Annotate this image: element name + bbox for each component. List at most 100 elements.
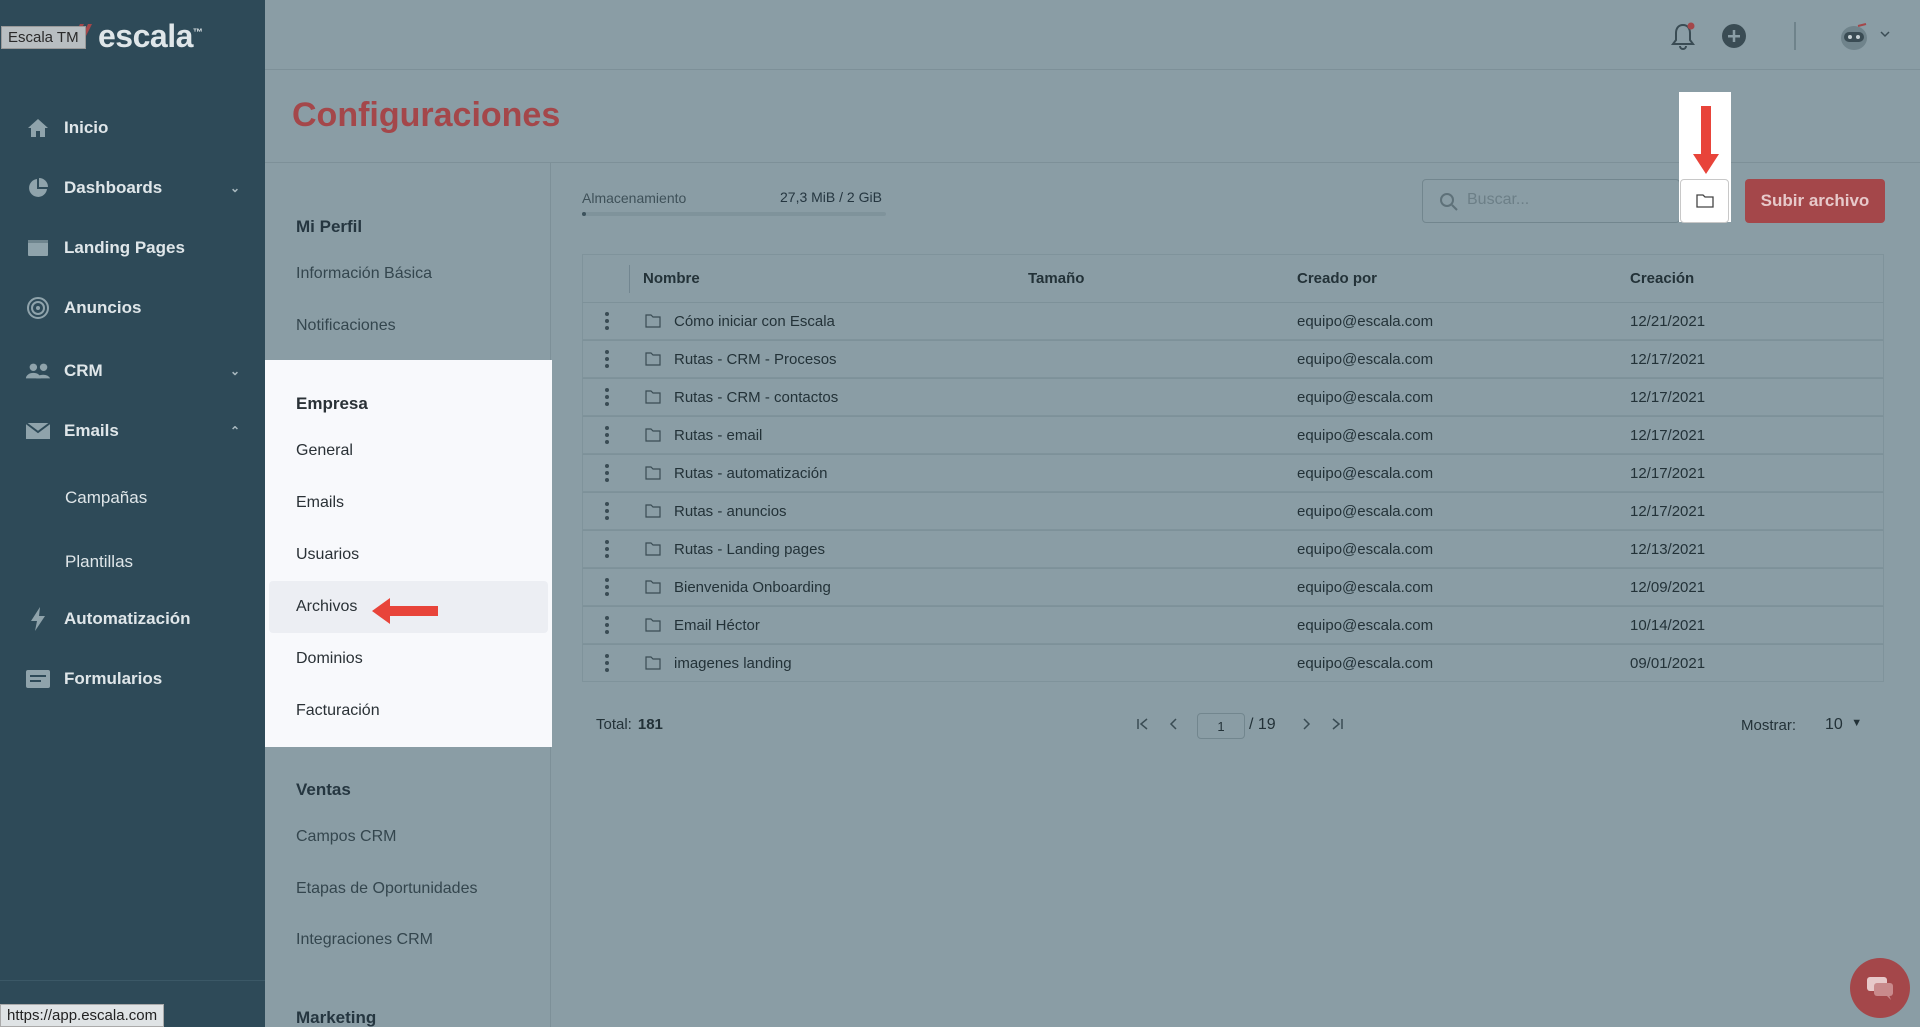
browser-window-icon	[25, 237, 51, 259]
sidebar-item-crm[interactable]: CRM ⌄	[0, 347, 265, 395]
brand-logo[interactable]: escala™	[98, 18, 203, 55]
table-row[interactable]: Rutas - anuncios equipo@escala.com 12/17/2…	[582, 492, 1884, 530]
row-menu-icon[interactable]	[605, 426, 609, 447]
chevron-down-icon[interactable]	[1880, 30, 1890, 38]
sidebar-item-label: Landing Pages	[64, 238, 185, 257]
sidebar-subitem-campanas[interactable]: Campañas	[65, 488, 147, 508]
cell-name[interactable]: imagenes landing	[674, 655, 792, 672]
column-header-creacion[interactable]: Creación	[1630, 270, 1694, 287]
cell-name[interactable]: Rutas - CRM - Procesos	[674, 351, 837, 368]
sidebar-item-label: CRM	[64, 361, 103, 380]
sidebar-item-emails[interactable]: Emails ⌃	[0, 407, 265, 455]
cell-creator: equipo@escala.com	[1297, 655, 1434, 672]
column-header-nombre[interactable]: Nombre	[643, 270, 700, 287]
cell-name[interactable]: Rutas - CRM - contactos	[674, 389, 838, 406]
page-number-input[interactable]	[1197, 713, 1245, 739]
table-row[interactable]: Rutas - Landing pages equipo@escala.com 12…	[582, 530, 1884, 568]
new-folder-button[interactable]	[1680, 179, 1729, 223]
sidebar-subitem-plantillas[interactable]: Plantillas	[65, 552, 133, 572]
cell-creator: equipo@escala.com	[1297, 503, 1434, 520]
settings-item-facturacion[interactable]: Facturación	[296, 702, 380, 720]
folder-icon	[645, 504, 661, 518]
sidebar-item-dashboards[interactable]: Dashboards ⌄	[0, 164, 265, 212]
table-row[interactable]: Email Héctor equipo@escala.com 10/14/2021	[582, 606, 1884, 644]
notification-bell-icon[interactable]	[1670, 22, 1696, 50]
sidebar: escala™ Escala TM Inicio Dashboards ⌄ La…	[0, 0, 265, 1027]
page-total: / 19	[1249, 716, 1276, 733]
section-title-ventas: Ventas	[296, 780, 351, 799]
settings-item-archivos[interactable]: Archivos	[296, 598, 357, 616]
table-row[interactable]: Rutas - CRM - contactos equipo@escala.com…	[582, 378, 1884, 416]
table-row[interactable]: Bienvenida Onboarding equipo@escala.com 12…	[582, 568, 1884, 606]
last-page-icon[interactable]	[1329, 716, 1345, 732]
upload-file-button[interactable]: Subir archivo	[1745, 179, 1885, 223]
search-input[interactable]	[1467, 191, 1667, 209]
row-menu-icon[interactable]	[605, 388, 609, 409]
settings-item-general[interactable]: General	[296, 442, 353, 460]
red-arrow-left-annotation	[372, 598, 438, 624]
brand-tm: ™	[192, 27, 203, 39]
chat-icon	[1867, 977, 1893, 1000]
settings-item-informacion-basica[interactable]: Información Básica	[296, 265, 432, 283]
chevron-down-icon: ⌄	[230, 181, 241, 195]
cell-creator: equipo@escala.com	[1297, 617, 1434, 634]
add-circle-icon[interactable]	[1720, 22, 1748, 50]
table-row[interactable]: Cómo iniciar con Escala equipo@escala.com…	[582, 302, 1884, 340]
folder-icon	[1695, 194, 1714, 208]
table-row[interactable]: imagenes landing equipo@escala.com 09/01/2…	[582, 644, 1884, 682]
row-menu-icon[interactable]	[605, 464, 609, 485]
next-page-icon[interactable]	[1298, 716, 1314, 732]
table-row[interactable]: Rutas - automatización equipo@escala.com 1…	[582, 454, 1884, 492]
sidebar-item-automatizacion[interactable]: Automatización	[0, 595, 265, 643]
sidebar-item-label: Dashboards	[64, 178, 163, 197]
page-size-label: Mostrar:	[1741, 717, 1797, 734]
row-menu-icon[interactable]	[605, 350, 609, 371]
row-menu-icon[interactable]	[605, 502, 609, 523]
red-arrow-down-annotation	[1693, 106, 1719, 174]
header-separator	[629, 265, 630, 293]
cell-creator: equipo@escala.com	[1297, 427, 1434, 444]
row-menu-icon[interactable]	[605, 540, 609, 561]
previous-page-icon[interactable]	[1166, 716, 1182, 732]
table-row[interactable]: Rutas - CRM - Procesos equipo@escala.com 1…	[582, 340, 1884, 378]
row-menu-icon[interactable]	[605, 616, 609, 637]
row-menu-icon[interactable]	[605, 654, 609, 675]
cell-name[interactable]: Rutas - Landing pages	[674, 541, 825, 558]
column-header-tamano[interactable]: Tamaño	[1028, 270, 1084, 287]
settings-item-notificaciones[interactable]: Notificaciones	[296, 317, 396, 335]
sidebar-item-inicio[interactable]: Inicio	[0, 104, 265, 152]
table-row[interactable]: Rutas - email equipo@escala.com 12/17/2021	[582, 416, 1884, 454]
settings-item-etapas-oportunidades[interactable]: Etapas de Oportunidades	[296, 880, 477, 898]
sidebar-item-label: Formularios	[64, 669, 163, 688]
pie-chart-icon	[25, 177, 51, 199]
settings-item-integraciones-crm[interactable]: Integraciones CRM	[296, 931, 433, 949]
row-menu-icon[interactable]	[605, 578, 609, 599]
chat-widget-button[interactable]	[1850, 958, 1910, 1018]
column-header-creado-por[interactable]: Creado por	[1297, 270, 1377, 287]
section-title-empresa: Empresa	[296, 394, 368, 413]
cell-name[interactable]: Rutas - automatización	[674, 465, 827, 482]
cell-name[interactable]: Cómo iniciar con Escala	[674, 313, 835, 330]
cell-name[interactable]: Email Héctor	[674, 617, 760, 634]
folder-icon	[645, 618, 661, 632]
cell-name[interactable]: Bienvenida Onboarding	[674, 579, 831, 596]
cell-date: 12/21/2021	[1630, 313, 1706, 330]
page-size-select[interactable]: 10 ▼	[1825, 716, 1862, 734]
cell-creator: equipo@escala.com	[1297, 389, 1434, 406]
settings-item-dominios[interactable]: Dominios	[296, 650, 363, 668]
sidebar-item-anuncios[interactable]: Anuncios	[0, 284, 265, 332]
first-page-icon[interactable]	[1135, 716, 1151, 732]
sidebar-item-formularios[interactable]: Formularios	[0, 655, 265, 703]
cell-date: 12/09/2021	[1630, 579, 1706, 596]
search-icon	[1440, 193, 1458, 211]
cell-name[interactable]: Rutas - email	[674, 427, 762, 444]
row-menu-icon[interactable]	[605, 312, 609, 333]
settings-item-usuarios[interactable]: Usuarios	[296, 546, 359, 564]
target-icon	[25, 297, 51, 319]
cell-name[interactable]: Rutas - anuncios	[674, 503, 787, 520]
folder-icon	[645, 352, 661, 366]
avatar[interactable]	[1838, 22, 1872, 54]
sidebar-item-landing-pages[interactable]: Landing Pages	[0, 224, 265, 272]
settings-item-emails[interactable]: Emails	[296, 494, 344, 512]
settings-item-campos-crm[interactable]: Campos CRM	[296, 828, 396, 846]
